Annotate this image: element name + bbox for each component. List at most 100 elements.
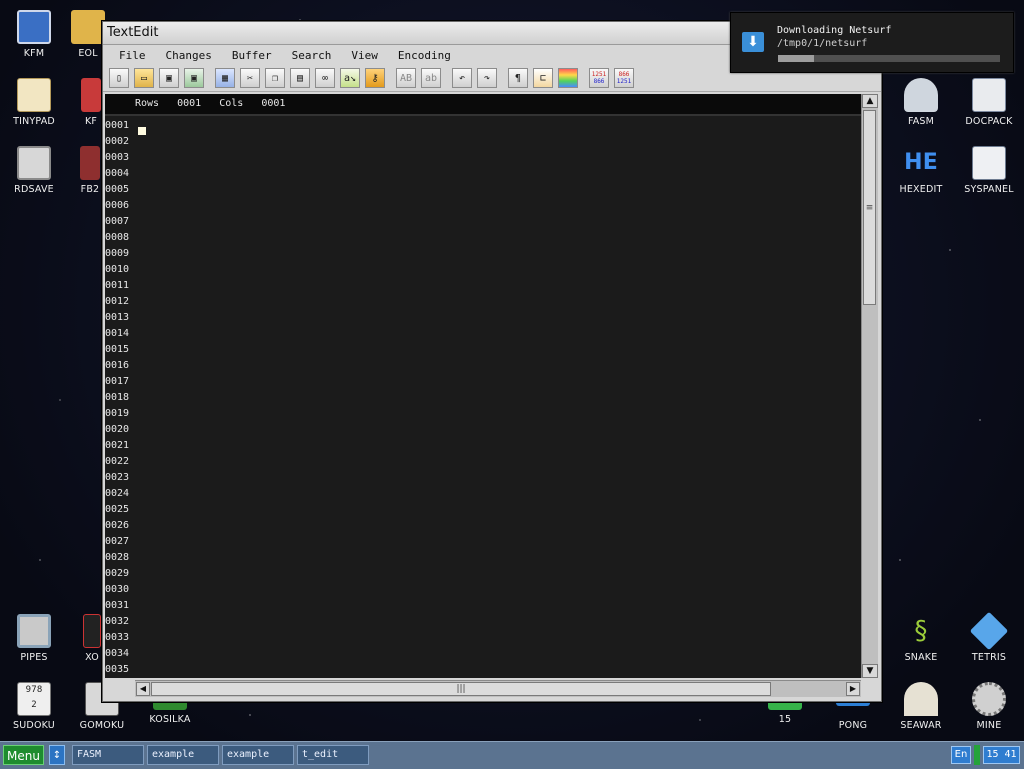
desktop-icon-fb2[interactable]: FB2 xyxy=(76,146,104,195)
key-icon: ⚷ xyxy=(371,72,379,84)
copy-icon: ❐ xyxy=(271,72,279,84)
notification-path: /tmp0/1/netsurf xyxy=(777,38,868,49)
desktop-icon-seawar[interactable]: SEAWAR xyxy=(889,682,953,731)
clock[interactable]: 15 41 xyxy=(983,746,1020,764)
line-number: 0011 xyxy=(105,280,130,291)
colors-button[interactable] xyxy=(558,68,578,88)
desktop-icon-fasm[interactable]: FASM xyxy=(889,78,953,127)
line-number: 0015 xyxy=(105,344,130,355)
desktop-icon-label: FB2 xyxy=(80,184,100,195)
desktop-icon-kf[interactable]: KF xyxy=(78,78,104,127)
menu-view[interactable]: View xyxy=(341,49,388,62)
desktop-icon-label: 15 xyxy=(778,714,792,725)
horizontal-scrollbar[interactable]: ◀ ||| ▶ xyxy=(135,680,861,697)
desktop-icon-snake[interactable]: § SNAKE xyxy=(889,614,953,663)
vertical-scrollbar[interactable]: ▲ ≡ ▼ xyxy=(861,94,878,678)
desktop-icon-hexedit[interactable]: HE HEXEDIT xyxy=(889,146,953,195)
book-icon xyxy=(80,146,100,180)
redo-button[interactable]: ↷ xyxy=(477,68,497,88)
download-progress-fill xyxy=(778,55,814,62)
line-number: 0003 xyxy=(105,152,130,163)
syntax-button[interactable]: ⊏ xyxy=(533,68,553,88)
scissors-icon: ✂ xyxy=(246,72,254,84)
line-number: 0016 xyxy=(105,360,130,371)
convert-866-1251-button[interactable]: 866 1251 xyxy=(614,68,634,88)
uppercase-text: AB xyxy=(399,72,413,84)
menu-file[interactable]: File xyxy=(109,49,156,62)
scroll-down-button[interactable]: ▼ xyxy=(862,664,878,678)
download-notification[interactable]: ⬇ Downloading Netsurf /tmp0/1/netsurf xyxy=(730,12,1014,73)
task-example-2[interactable]: example xyxy=(222,745,294,765)
window-switch-button[interactable]: ↕ xyxy=(49,745,65,765)
rows-value: 0001 xyxy=(177,98,202,109)
line-number: 0006 xyxy=(105,200,130,211)
horizontal-scroll-thumb[interactable]: ||| xyxy=(151,682,771,696)
menu-changes[interactable]: Changes xyxy=(156,49,222,62)
start-menu-button[interactable]: Menu xyxy=(3,745,44,765)
line-number: 0030 xyxy=(105,584,130,595)
desktop-icon-pipes[interactable]: PIPES xyxy=(2,614,66,663)
rows-label: Rows xyxy=(135,98,160,109)
show-symbols-button[interactable]: ¶ xyxy=(508,68,528,88)
line-number: 0025 xyxy=(105,504,130,515)
desktop-icon-rdsave[interactable]: RDSAVE xyxy=(2,146,66,195)
sudoku-digit: 8 xyxy=(36,685,43,695)
syntax-icon: ⊏ xyxy=(539,72,547,84)
key-words-button[interactable]: ⚷ xyxy=(365,68,385,88)
cut-button[interactable]: ✂ xyxy=(240,68,260,88)
copy-button[interactable]: ❐ xyxy=(265,68,285,88)
uppercase-button[interactable]: AB xyxy=(396,68,416,88)
position-status: Rows 0001 Cols 0001 xyxy=(105,94,861,116)
select-all-button[interactable]: ▦ xyxy=(215,68,235,88)
lowercase-button[interactable]: ab xyxy=(421,68,441,88)
desktop-icon-label: XO xyxy=(85,652,99,663)
paste-button[interactable]: ▤ xyxy=(290,68,310,88)
desktop-icon-xo[interactable]: XO xyxy=(80,614,104,663)
language-indicator[interactable]: En xyxy=(951,746,971,764)
menu-search[interactable]: Search xyxy=(282,49,342,62)
hexedit-icon: HE xyxy=(904,150,938,175)
scroll-up-button[interactable]: ▲ xyxy=(862,94,878,108)
desktop-icon-sudoku[interactable]: 978 2 SUDOKU xyxy=(2,682,66,731)
desktop-icon-mine[interactable]: MINE xyxy=(957,682,1021,731)
task-fasm[interactable]: FASM xyxy=(72,745,144,765)
cols-label: Cols xyxy=(219,98,244,109)
task-t-edit[interactable]: t_edit xyxy=(297,745,369,765)
desktop-icon-tinypad[interactable]: TINYPAD xyxy=(2,78,66,127)
line-number: 0005 xyxy=(105,184,130,195)
find-button[interactable]: ∞ xyxy=(315,68,335,88)
menu-encoding[interactable]: Encoding xyxy=(388,49,461,62)
text-editor-area[interactable]: Rows 0001 Cols 0001 0001 0002 0003 0004 0005… xyxy=(105,94,861,678)
desktop-icon-kfm[interactable]: KFM xyxy=(2,10,66,59)
vertical-scroll-thumb[interactable]: ≡ xyxy=(863,110,876,305)
replace-button[interactable]: a↘ xyxy=(340,68,360,88)
scroll-left-button[interactable]: ◀ xyxy=(136,682,150,696)
desktop-icon-label: PONG xyxy=(838,720,868,731)
new-file-button[interactable]: ▯ xyxy=(109,68,129,88)
save-as-button[interactable]: ▣ xyxy=(184,68,204,88)
app-icon xyxy=(81,78,101,112)
paragraph-icon: ¶ xyxy=(514,72,522,84)
folder-open-icon: ▭ xyxy=(140,72,148,84)
floppy-icon: ▣ xyxy=(165,72,173,84)
desktop-icon-label: TINYPAD xyxy=(13,116,55,127)
open-file-button[interactable]: ▭ xyxy=(134,68,154,88)
scroll-right-button[interactable]: ▶ xyxy=(846,682,860,696)
task-example-1[interactable]: example xyxy=(147,745,219,765)
line-number: 0019 xyxy=(105,408,130,419)
line-number: 0035 xyxy=(105,664,130,675)
menu-buffer[interactable]: Buffer xyxy=(222,49,282,62)
new-file-icon: ▯ xyxy=(115,72,123,84)
convert-1251-866-button[interactable]: 1251 866 xyxy=(589,68,609,88)
line-number: 0008 xyxy=(105,232,130,243)
undo-button[interactable]: ↶ xyxy=(452,68,472,88)
textedit-window[interactable]: TextEdit File Changes Buffer Search View… xyxy=(102,21,882,702)
desktop-icon-docpack[interactable]: DOCPACK xyxy=(957,78,1021,127)
save-button[interactable]: ▣ xyxy=(159,68,179,88)
cols-value: 0001 xyxy=(261,98,286,109)
desktop-icon-label: PIPES xyxy=(20,652,48,663)
line-number: 0024 xyxy=(105,488,130,499)
folder-icon xyxy=(71,10,105,44)
desktop-icon-syspanel[interactable]: SYSPANEL xyxy=(957,146,1021,195)
desktop-icon-tetris[interactable]: TETRIS xyxy=(957,611,1021,663)
